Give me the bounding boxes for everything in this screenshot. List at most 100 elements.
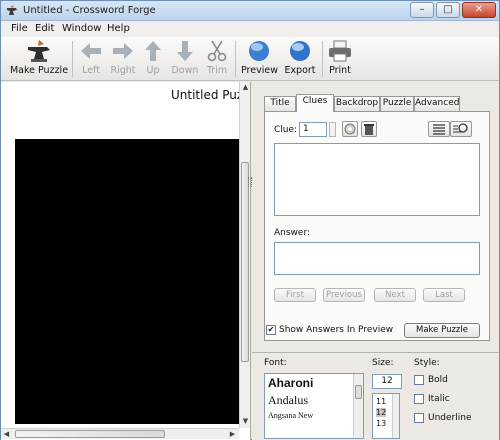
app-window: Untitled - Crossword Forge – □ ✕ File Ed… — [0, 0, 500, 440]
export-label: Export — [284, 65, 316, 76]
trim-tool[interactable]: Trim — [205, 39, 229, 76]
italic-label: Italic — [428, 394, 450, 404]
export-globe-icon — [290, 41, 310, 61]
font-list-scrollbar[interactable] — [353, 374, 363, 438]
horizontal-scroll-thumb[interactable] — [15, 430, 165, 438]
add-clue-button[interactable] — [342, 121, 358, 137]
font-list[interactable]: Aharoni Andalus Angsana New — [264, 373, 364, 439]
tab-title[interactable]: Title — [264, 96, 296, 111]
print-tool[interactable]: Print — [327, 39, 353, 76]
toolbar-separator — [72, 41, 73, 77]
make-puzzle-label: Make Puzzle — [9, 65, 69, 76]
list-icon — [433, 124, 445, 135]
close-button[interactable]: ✕ — [462, 2, 496, 18]
vertical-scroll-thumb[interactable] — [241, 162, 249, 362]
scissors-icon — [207, 40, 227, 62]
vertical-scrollbar[interactable]: ▲ ▼ — [239, 82, 250, 428]
bold-label: Bold — [428, 375, 448, 385]
scroll-right-arrow-icon[interactable]: ▶ — [227, 429, 238, 440]
answer-label: Answer: — [274, 228, 311, 238]
tab-puzzle[interactable]: Puzzle — [380, 96, 414, 111]
font-label: Font: — [264, 358, 287, 368]
size-list-scrollbar[interactable] — [392, 394, 399, 438]
maximize-button[interactable]: □ — [436, 2, 460, 18]
list-item[interactable]: Andalus — [268, 393, 308, 408]
last-clue-button[interactable]: Last — [423, 288, 465, 302]
toolbar-separator — [322, 41, 323, 77]
down-tool[interactable]: Down — [171, 39, 199, 76]
underline-checkbox[interactable] — [414, 413, 424, 423]
search-clues-button[interactable] — [450, 121, 472, 137]
font-size-field[interactable]: 12 — [372, 374, 402, 389]
preview-label: Preview — [241, 65, 278, 76]
trash-icon — [364, 124, 374, 135]
clues-tab-panel: Clue: 1 Answer: First Previous Next Last — [264, 111, 490, 341]
list-item-selected[interactable]: 12 — [376, 408, 387, 417]
print-label: Print — [329, 65, 351, 76]
tab-clues[interactable]: Clues — [296, 94, 334, 112]
menu-edit[interactable]: Edit — [35, 23, 54, 34]
toolbar: Make Puzzle Left Right Up Down Trim Prev… — [1, 37, 499, 81]
show-answers-label: Show Answers In Preview — [279, 325, 394, 335]
size-list[interactable]: 11 12 13 — [372, 393, 400, 439]
arrow-right-icon — [113, 43, 133, 59]
list-view-button[interactable] — [428, 121, 450, 137]
previous-clue-button[interactable]: Previous — [323, 288, 365, 302]
horizontal-scrollbar[interactable]: ◀ ▶ — [1, 428, 239, 439]
style-label: Style: — [414, 358, 440, 368]
left-label: Left — [82, 65, 100, 76]
scroll-down-arrow-icon[interactable]: ▼ — [240, 416, 251, 427]
scroll-left-arrow-icon[interactable]: ◀ — [1, 429, 12, 440]
size-label: Size: — [372, 358, 394, 368]
list-item[interactable]: 13 — [376, 419, 386, 428]
puzzle-canvas[interactable] — [15, 139, 239, 424]
delete-clue-button[interactable] — [361, 121, 377, 137]
up-tool[interactable]: Up — [141, 39, 165, 76]
list-item[interactable]: Angsana New — [268, 411, 313, 420]
first-clue-button[interactable]: First — [274, 288, 316, 302]
trim-label: Trim — [206, 65, 228, 76]
answer-text-area[interactable] — [274, 242, 480, 275]
make-puzzle-button[interactable]: Make Puzzle — [404, 323, 480, 338]
arrow-up-icon — [145, 41, 161, 61]
list-item[interactable]: 11 — [376, 397, 386, 406]
add-clue-icon — [344, 123, 356, 135]
anvil-app-icon — [7, 5, 17, 15]
scroll-up-arrow-icon[interactable]: ▲ — [240, 82, 251, 93]
font-list-scroll-thumb[interactable] — [355, 385, 362, 399]
window-title: Untitled - Crossword Forge — [23, 5, 156, 16]
menu-file[interactable]: File — [11, 23, 28, 34]
minimize-button[interactable]: – — [410, 2, 434, 18]
tab-advanced[interactable]: Advanced — [414, 96, 460, 111]
left-tool[interactable]: Left — [78, 39, 104, 76]
magnifier-icon — [453, 123, 468, 133]
tab-backdrop[interactable]: Backdrop — [334, 96, 380, 111]
menu-window[interactable]: Window — [62, 23, 101, 34]
clue-number-field[interactable]: 1 — [299, 122, 327, 137]
bold-checkbox[interactable] — [414, 375, 424, 385]
up-label: Up — [146, 65, 160, 76]
next-clue-button[interactable]: Next — [374, 288, 416, 302]
down-label: Down — [171, 65, 199, 76]
clue-label: Clue: — [274, 125, 298, 135]
arrow-down-icon — [177, 41, 193, 61]
show-answers-checkbox[interactable]: ✔ — [266, 325, 276, 335]
splitter-grip[interactable] — [248, 177, 252, 187]
clue-text-area[interactable] — [274, 143, 480, 216]
preview-tool[interactable]: Preview — [241, 39, 278, 76]
italic-checkbox[interactable] — [414, 394, 424, 404]
export-tool[interactable]: Export — [282, 39, 318, 76]
preview-globe-icon — [249, 41, 269, 61]
puzzle-editor[interactable]: Untitled Puzzle ▲ ▼ ◀ ▶ — [1, 82, 251, 440]
right-tool[interactable]: Right — [109, 39, 137, 76]
underline-label: Underline — [428, 413, 472, 423]
clue-number-spinner[interactable] — [329, 122, 336, 137]
make-puzzle-tool[interactable]: Make Puzzle — [9, 39, 69, 76]
title-bar[interactable]: Untitled - Crossword Forge – □ ✕ — [1, 1, 499, 21]
menu-help[interactable]: Help — [107, 23, 130, 34]
list-item[interactable]: Aharoni — [268, 376, 313, 390]
toolbar-separator — [235, 41, 236, 77]
puzzle-title: Untitled Puzzle — [171, 88, 243, 102]
anvil-icon — [28, 40, 50, 62]
font-panel: Font: Size: Style: Aharoni Andalus Angsa… — [252, 352, 499, 440]
